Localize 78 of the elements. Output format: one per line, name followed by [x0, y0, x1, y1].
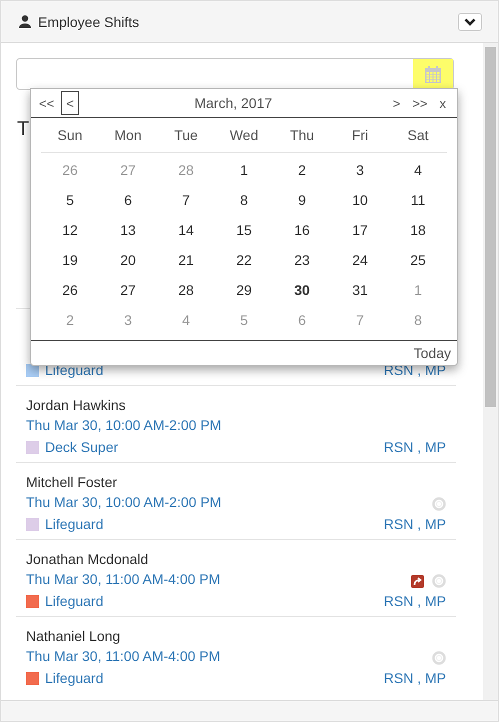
weekday-label: Tue [157, 118, 215, 153]
panel-title: Employee Shifts [38, 14, 140, 30]
employee-name: Jordan Hawkins [26, 397, 127, 415]
assignees-label[interactable]: RSN , MP [384, 439, 446, 455]
assignees-label[interactable]: RSN , MP [384, 516, 446, 532]
role-label: Lifeguard [45, 516, 104, 532]
calendar-day[interactable]: 9 [273, 185, 331, 215]
employee-name: Nathaniel Long [26, 628, 122, 646]
today-button[interactable]: Today [414, 345, 451, 361]
next-month-button[interactable]: > [388, 91, 406, 115]
calendar-day[interactable]: 4 [389, 155, 447, 185]
shift-time: Thu Mar 30, 10:00 AM-2:00 PM [26, 417, 222, 435]
calendar-day[interactable]: 25 [389, 245, 447, 275]
calendar-day[interactable]: 21 [157, 245, 215, 275]
calendar-day[interactable]: 29 [215, 275, 273, 305]
shift-item[interactable]: Nathaniel Long Thu Mar 30, 11:00 AM-4:00 PM Lifeguard RSN , MP [16, 616, 456, 693]
calendar-day[interactable]: 1 [215, 155, 273, 185]
employee-name: Mitchell Foster [26, 474, 118, 492]
weekday-label: Fri [331, 118, 389, 153]
collapse-button[interactable] [458, 12, 482, 30]
calendar-day[interactable]: 31 [331, 275, 389, 305]
calendar-button[interactable] [413, 59, 453, 89]
share-arrow-icon[interactable] [411, 574, 424, 588]
calendar-day[interactable]: 14 [157, 215, 215, 245]
calendar-day[interactable]: 19 [41, 245, 99, 275]
assignees-label[interactable]: RSN , MP [384, 670, 446, 686]
calendar-day[interactable]: 5 [41, 185, 99, 215]
calendar-day[interactable]: 16 [273, 215, 331, 245]
previous-month-button[interactable]: < [61, 91, 79, 115]
calendar-day[interactable]: 2 [273, 155, 331, 185]
calendar-day[interactable]: 13 [99, 215, 157, 245]
calendar-day[interactable]: 18 [389, 215, 447, 245]
role-label: Deck Super [45, 439, 118, 455]
role-label: Lifeguard [45, 362, 104, 378]
weekday-label: Sun [41, 118, 99, 153]
calendar-day[interactable]: 11 [389, 185, 447, 215]
lifebuoy-icon[interactable] [432, 497, 446, 511]
calendar-day[interactable]: 28 [157, 275, 215, 305]
calendar-day[interactable]: 20 [99, 245, 157, 275]
shift-item[interactable]: Mitchell Foster Thu Mar 30, 10:00 AM-2:00 PM Lifeguard RSN , MP [16, 462, 456, 539]
weekday-label: Mon [99, 118, 157, 153]
calendar-day[interactable]: 23 [273, 245, 331, 275]
calendar-day[interactable]: 22 [215, 245, 273, 275]
lifebuoy-icon[interactable] [432, 651, 446, 665]
calendar-day[interactable]: 24 [331, 245, 389, 275]
shift-time: Thu Mar 30, 11:00 AM-4:00 PM [26, 648, 222, 666]
calendar-day[interactable]: 17 [331, 215, 389, 245]
role-label: Lifeguard [45, 593, 104, 609]
calendar-day[interactable]: 3 [331, 155, 389, 185]
close-button[interactable]: x [434, 91, 451, 115]
lifebuoy-icon[interactable] [432, 574, 446, 588]
calendar-day[interactable]: 8 [215, 185, 273, 215]
calendar-day[interactable]: 27 [99, 275, 157, 305]
calendar-day[interactable]: 30 [273, 275, 331, 305]
list-heading: T [17, 118, 30, 142]
month-title: March, 2017 [193, 95, 274, 111]
assignees-label[interactable]: RSN , MP [384, 593, 446, 609]
scrollbar[interactable] [483, 43, 498, 700]
weekday-label: Wed [215, 118, 273, 153]
calendar-icon [425, 66, 441, 82]
calendar-day[interactable]: 6 [99, 185, 157, 215]
user-icon [19, 15, 31, 28]
calendar-day[interactable]: 7 [157, 185, 215, 215]
calendar-day[interactable]: 15 [215, 215, 273, 245]
previous-year-button[interactable]: << [34, 91, 60, 115]
calendar-day[interactable]: 26 [41, 275, 99, 305]
calendar-day[interactable]: 10 [331, 185, 389, 215]
shift-item[interactable]: Jordan Hawkins Thu Mar 30, 10:00 AM-2:00 PM Deck Super RSN , MP [16, 385, 456, 462]
shift-time: Thu Mar 30, 11:00 AM-4:00 PM [26, 571, 222, 589]
weekday-label: Sat [389, 118, 447, 153]
weekday-label: Thu [273, 118, 331, 153]
role-label: Lifeguard [45, 670, 104, 686]
employee-name: Jonathan Mcdonald [26, 551, 150, 569]
next-year-button[interactable]: >> [407, 91, 432, 115]
shift-item[interactable]: Jonathan Mcdonald Thu Mar 30, 11:00 AM-4:00 PM Lifeguard RSN , MP [16, 539, 456, 616]
chevron-down-icon [464, 18, 476, 26]
shift-time: Thu Mar 30, 10:00 AM-2:00 PM [26, 494, 222, 512]
calendar-day[interactable]: 12 [41, 215, 99, 245]
